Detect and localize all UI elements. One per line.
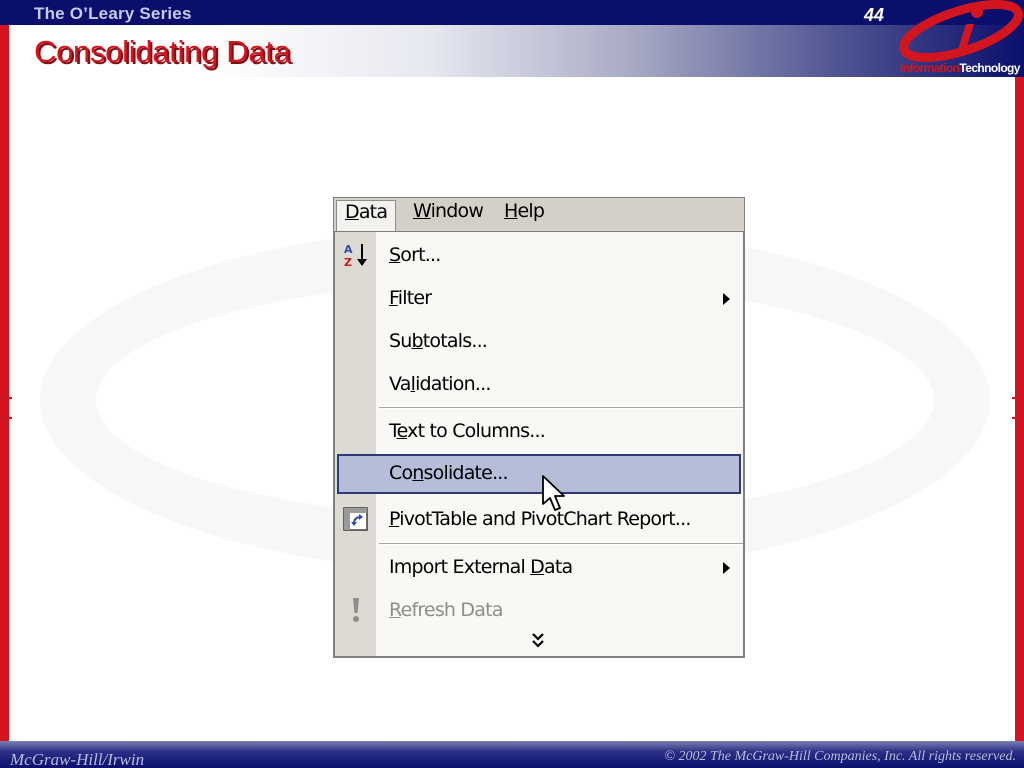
pivottable-icon (343, 507, 368, 531)
menu-item-label: Subtotals... (389, 330, 488, 352)
menu-item-pivottable[interactable]: PivotTable and PivotChart Report... (335, 500, 743, 540)
menu-bar: Data Window Help (334, 198, 744, 232)
menu-item-label: Sort... (389, 244, 441, 266)
menu-item-validation[interactable]: Validation... (335, 365, 743, 405)
menu-item-label: PivotTable and PivotChart Report... (389, 508, 691, 530)
page-title: Consolidating Data (34, 34, 291, 69)
menu-item-label: Consolidate... (389, 462, 509, 484)
left-accent-bar (0, 25, 9, 741)
menu-item-subtotals[interactable]: Subtotals... (335, 322, 743, 362)
menu-separator (379, 543, 743, 545)
menu-help[interactable]: Help (496, 200, 552, 231)
menu-item-refresh-data[interactable]: Refresh Data (335, 591, 743, 631)
sort-az-icon: A Z (344, 243, 367, 269)
menu-item-text-to-columns[interactable]: Text to Columns... (335, 412, 743, 452)
menu-item-label: Text to Columns... (389, 420, 546, 442)
menu-separator (379, 407, 743, 409)
menu-item-sort[interactable]: A Z Sort... (335, 236, 743, 276)
svg-text:A: A (344, 243, 353, 256)
submenu-arrow-icon (723, 293, 730, 305)
menu-item-label: Filter (389, 287, 432, 309)
menu-window[interactable]: Window (405, 200, 491, 231)
menu-item-label: Validation... (389, 373, 491, 395)
series-label: The O’Leary Series (34, 4, 192, 23)
menu-item-import-external-data[interactable]: Import External Data (335, 548, 743, 588)
mouse-pointer-icon (542, 475, 565, 511)
menu-item-consolidate[interactable]: Consolidate... (337, 454, 741, 494)
publisher-label: McGraw-Hill/Irwin (10, 750, 145, 768)
chevron-double-down-icon[interactable] (531, 632, 545, 650)
menu-item-filter[interactable]: Filter (335, 279, 743, 319)
menu-data[interactable]: Data (336, 200, 397, 231)
data-menu-dropdown: A Z Sort... Filter Subtotals... Validati… (334, 231, 744, 657)
menu-item-label: Refresh Data (389, 599, 503, 621)
svg-text:Z: Z (344, 256, 352, 269)
page-number: 44 (864, 5, 885, 25)
left-accent-lines (0, 397, 12, 419)
copyright-notice: © 2002 The McGraw-Hill Companies, Inc. A… (664, 749, 1016, 764)
excel-menu-screenshot: Data Window Help A Z Sort... Filter Subt… (333, 197, 745, 658)
refresh-exclamation-icon (353, 598, 359, 622)
submenu-arrow-icon (723, 562, 730, 574)
right-accent-lines (1012, 397, 1024, 419)
logo-text: InformationTechnology (900, 61, 1020, 75)
menu-item-label: Import External Data (389, 556, 573, 578)
